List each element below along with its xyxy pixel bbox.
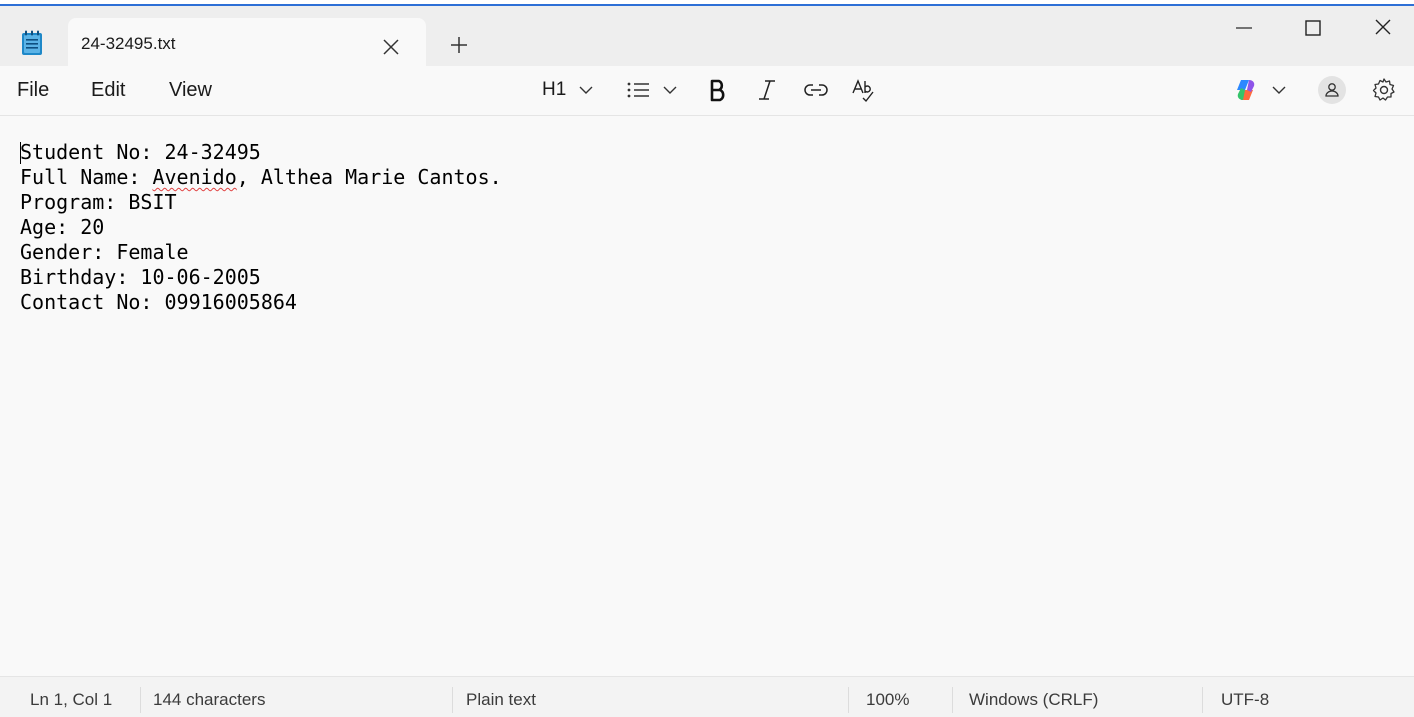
zoom-level[interactable]: 100% [866, 690, 909, 710]
chevron-down-icon[interactable] [578, 77, 594, 103]
notepad-app-icon [22, 30, 42, 55]
doc-line-2-suffix: , Althea Marie Cantos. [236, 165, 502, 189]
account-icon[interactable] [1317, 75, 1347, 105]
menu-bar: File Edit View H1 [0, 66, 1414, 116]
doc-line-1: Student No: 24-32495 [20, 140, 261, 164]
doc-line-5: Gender: Female [20, 240, 189, 264]
new-tab-icon[interactable] [448, 34, 470, 56]
copilot-chevron-down-icon[interactable] [1271, 77, 1287, 103]
menu-file[interactable]: File [17, 79, 49, 102]
doc-line-3: Program: BSIT [20, 190, 177, 214]
list-icon[interactable] [626, 77, 652, 103]
doc-line-7: Contact No: 09916005864 [20, 290, 297, 314]
list-chevron-down-icon[interactable] [662, 77, 678, 103]
settings-gear-icon[interactable] [1371, 77, 1397, 103]
minimize-icon[interactable] [1221, 16, 1267, 50]
maximize-icon[interactable] [1290, 16, 1336, 50]
line-endings[interactable]: Windows (CRLF) [969, 690, 1098, 710]
document-content: Student No: 24-32495 Full Name: Avenido,… [20, 140, 502, 315]
text-editor[interactable]: Student No: 24-32495 Full Name: Avenido,… [0, 116, 1414, 676]
doc-line-2-prefix: Full Name: [20, 165, 153, 189]
italic-icon[interactable] [756, 77, 778, 103]
tab-title: 24-32495.txt [81, 34, 176, 53]
status-divider [140, 687, 141, 713]
copilot-icon[interactable] [1233, 77, 1259, 103]
menu-view[interactable]: View [169, 79, 212, 102]
encoding[interactable]: UTF-8 [1221, 690, 1269, 710]
close-window-icon[interactable] [1360, 16, 1406, 50]
link-icon[interactable] [803, 77, 829, 103]
title-bar: 24-32495.txt [0, 6, 1414, 72]
status-divider [452, 687, 453, 713]
menu-edit[interactable]: Edit [91, 79, 125, 102]
file-format[interactable]: Plain text [466, 690, 536, 710]
bold-icon[interactable] [707, 77, 729, 103]
status-divider [1202, 687, 1203, 713]
doc-line-4: Age: 20 [20, 215, 105, 239]
status-bar: Ln 1, Col 1 144 characters Plain text 10… [0, 676, 1414, 717]
document-tab[interactable]: 24-32495.txt [68, 18, 426, 72]
cursor-position: Ln 1, Col 1 [30, 690, 113, 709]
character-count: 144 characters [153, 690, 266, 709]
misspelled-word[interactable]: Avenido [152, 165, 236, 189]
doc-line-6: Birthday: 10-06-2005 [20, 265, 261, 289]
spellcheck-icon[interactable] [851, 77, 877, 103]
close-tab-icon[interactable] [382, 38, 400, 56]
status-divider [952, 687, 953, 713]
status-divider [848, 687, 849, 713]
heading-dropdown-label[interactable]: H1 [542, 79, 566, 101]
